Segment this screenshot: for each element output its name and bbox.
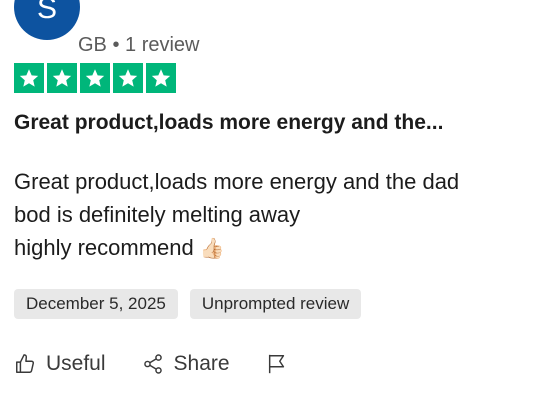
review-body: Great product,loads more energy and the …	[14, 165, 539, 266]
review-actions: Useful Share	[14, 352, 288, 376]
star-icon	[146, 63, 176, 93]
reviewer-meta: GB • 1 review	[78, 34, 200, 56]
star-icon	[80, 63, 110, 93]
star-icon	[14, 63, 44, 93]
useful-button[interactable]: Useful	[14, 352, 106, 376]
avatar[interactable]: S	[14, 0, 80, 40]
date-badge: December 5, 2025	[14, 289, 178, 319]
useful-label: Useful	[46, 352, 106, 375]
unprompted-badge[interactable]: Unprompted review	[189, 289, 362, 319]
star-icon	[47, 63, 77, 93]
review-body-line: highly recommend 👍🏻	[14, 231, 539, 266]
thumbs-up-emoji: 👍🏻	[199, 238, 225, 260]
review-body-text: highly recommend	[14, 235, 194, 260]
share-icon	[143, 354, 162, 374]
review-card: S GB • 1 review Great product,loads more…	[0, 0, 552, 407]
star-rating	[14, 63, 176, 93]
flag-icon	[268, 354, 284, 374]
review-body-line: bod is definitely melting away	[14, 202, 301, 227]
share-label: Share	[173, 352, 230, 375]
review-chips: December 5, 2025 Unprompted review	[14, 289, 362, 319]
share-button[interactable]: Share	[142, 352, 230, 376]
star-icon	[113, 63, 143, 93]
reviewer-header: S	[14, 0, 80, 40]
review-body-line: Great product,loads more energy and the …	[14, 169, 460, 194]
review-title[interactable]: Great product,loads more energy and the.…	[14, 111, 443, 135]
thumbs-up-icon	[16, 354, 35, 373]
report-button[interactable]	[266, 353, 288, 375]
avatar-initial: S	[36, 0, 57, 25]
